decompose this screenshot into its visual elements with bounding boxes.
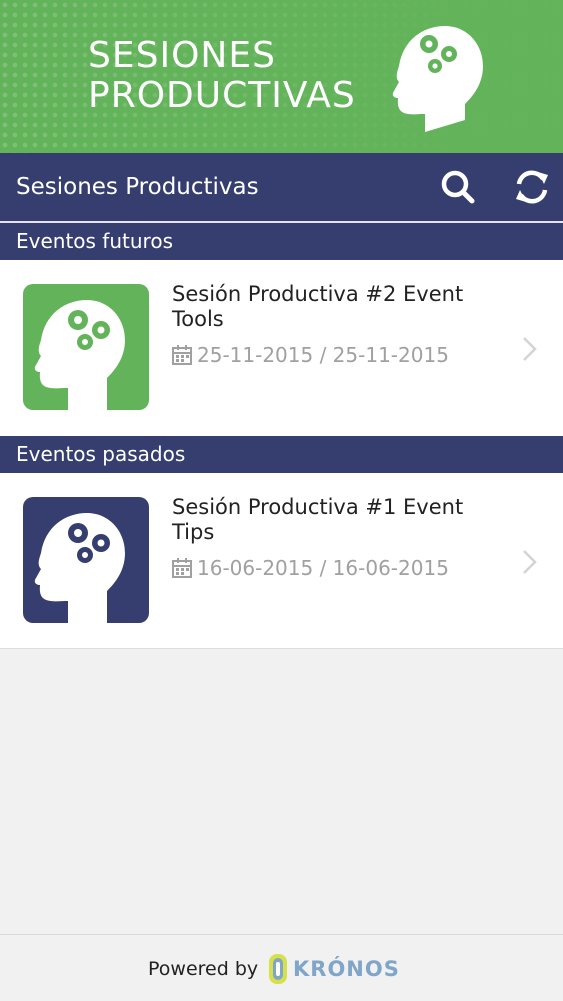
section-header-past: Eventos pasados xyxy=(0,436,563,473)
event-dates-text: 16-06-2015 / 16-06-2015 xyxy=(197,556,449,580)
chevron-right-icon xyxy=(523,550,537,574)
event-thumbnail-icon xyxy=(23,284,149,410)
event-dates: 16-06-2015 / 16-06-2015 xyxy=(172,555,449,581)
kronos-logo-icon xyxy=(269,954,287,984)
footer: Powered by KRÓNOS xyxy=(0,934,563,1001)
banner-title-line2: PRODUCTIVAS xyxy=(88,75,356,116)
toolbar-title: Sesiones Productivas xyxy=(16,174,259,200)
section-header-label: Eventos futuros xyxy=(16,229,173,253)
banner-title: SESIONES PRODUCTIVAS xyxy=(88,36,356,116)
chevron-right-icon xyxy=(523,337,537,361)
banner-title-line1: SESIONES xyxy=(88,35,276,76)
app-banner: SESIONES PRODUCTIVAS xyxy=(0,0,563,153)
section-header-label: Eventos pasados xyxy=(16,442,186,466)
app-toolbar: Sesiones Productivas xyxy=(0,153,563,221)
refresh-icon[interactable] xyxy=(512,167,552,207)
event-thumbnail-icon xyxy=(23,497,149,623)
event-dates: 25-11-2015 / 25-11-2015 xyxy=(172,342,449,368)
kronos-logo[interactable]: KRÓNOS xyxy=(267,953,400,985)
event-list-item[interactable]: Sesión Productiva #2 Event Tools 25-11-2… xyxy=(0,260,563,436)
brain-gears-logo-icon xyxy=(392,26,483,132)
event-title: Sesión Productiva #2 Event Tools xyxy=(172,282,464,331)
calendar-icon xyxy=(172,558,192,578)
kronos-logo-text: KRÓNOS xyxy=(293,957,400,981)
event-list-item[interactable]: Sesión Productiva #1 Event Tips 16-06-20… xyxy=(0,473,563,649)
powered-by-label: Powered by xyxy=(148,958,259,980)
event-dates-text: 25-11-2015 / 25-11-2015 xyxy=(197,343,449,367)
section-header-future: Eventos futuros xyxy=(0,223,563,260)
search-icon[interactable] xyxy=(438,167,478,207)
calendar-icon xyxy=(172,345,192,365)
event-title: Sesión Productiva #1 Event Tips xyxy=(172,495,464,544)
